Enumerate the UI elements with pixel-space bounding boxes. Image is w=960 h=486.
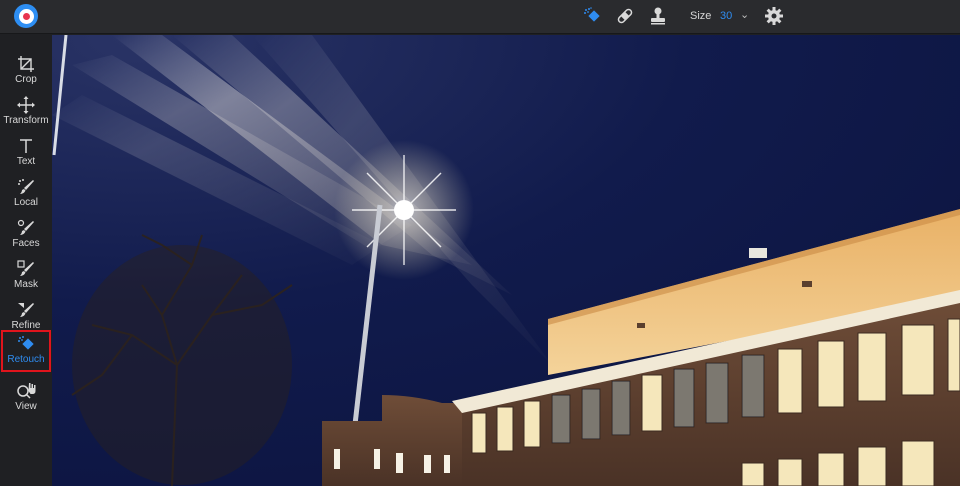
clone-stamp-icon[interactable] [648, 6, 668, 26]
bandage-icon[interactable] [615, 6, 635, 26]
tool-sidebar: Crop Transform Text Local Faces Mask Ref… [0, 34, 52, 486]
local-brush-icon [18, 179, 34, 194]
sidebar-item-text[interactable]: Text [1, 132, 51, 172]
sidebar-item-label: Retouch [7, 354, 45, 365]
sidebar-item-label: Mask [14, 279, 38, 290]
crop-icon [18, 56, 34, 72]
sidebar-item-transform[interactable]: Transform [1, 91, 51, 131]
size-value[interactable]: 30 [720, 10, 732, 22]
photo-canvas[interactable] [52, 35, 960, 486]
night-photo [52, 35, 960, 486]
faces-brush-icon [17, 219, 34, 235]
sidebar-item-retouch[interactable]: Retouch [1, 330, 51, 372]
retouch-icon [18, 336, 34, 350]
mask-brush-icon [17, 260, 34, 276]
size-label: Size [690, 10, 712, 22]
sidebar-item-mask[interactable]: Mask [1, 255, 51, 295]
refine-brush-icon [18, 303, 34, 317]
app-logo-icon[interactable] [14, 4, 38, 28]
sidebar-item-label: Crop [15, 74, 37, 85]
chevron-down-icon[interactable]: ⌄ [740, 8, 749, 21]
top-toolbar: Size 30 ⌄ [0, 0, 960, 34]
sidebar-item-label: Local [14, 197, 38, 208]
text-t-icon [20, 139, 32, 153]
sidebar-item-local[interactable]: Local [1, 173, 51, 213]
sidebar-item-view[interactable]: View [1, 377, 51, 417]
gear-icon[interactable] [764, 6, 784, 26]
view-zoom-hand-icon [17, 383, 36, 399]
sidebar-item-label: View [15, 401, 37, 412]
sidebar-item-faces[interactable]: Faces [1, 214, 51, 254]
retouch-brush-icon[interactable] [582, 6, 602, 26]
sidebar-item-crop[interactable]: Crop [1, 50, 51, 90]
sidebar-item-label: Transform [3, 115, 49, 126]
sidebar-item-label: Faces [12, 238, 40, 249]
move-arrows-icon [17, 96, 35, 114]
sidebar-item-label: Text [16, 156, 36, 167]
